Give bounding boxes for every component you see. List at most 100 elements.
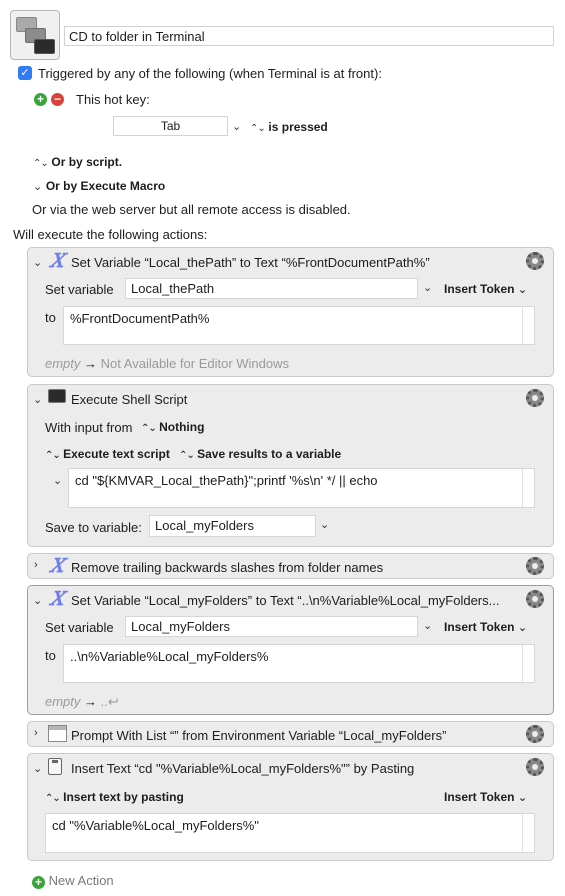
preview-line: empty → ..↩ bbox=[45, 694, 119, 710]
input-from-value: Nothing bbox=[159, 420, 205, 434]
clipboard-icon bbox=[48, 758, 62, 775]
insert-token-label: Insert Token bbox=[444, 790, 515, 804]
hot-key-label: This hot key: bbox=[76, 92, 150, 107]
disclosure-expanded-icon[interactable]: ⌄ bbox=[33, 594, 42, 607]
set-variable-label: Set variable bbox=[45, 620, 114, 635]
or-by-execute-macro-label: Or by Execute Macro bbox=[45, 179, 166, 193]
gear-icon[interactable] bbox=[526, 590, 544, 608]
text-value-field[interactable]: ..\n%Variable%Local_myFolders% bbox=[63, 644, 535, 683]
gear-icon[interactable] bbox=[526, 725, 544, 743]
action-remove-trailing-slashes[interactable]: › 𝑋 Remove trailing backwards slashes fr… bbox=[27, 553, 554, 579]
gear-icon[interactable] bbox=[526, 557, 544, 575]
insert-token-menu[interactable]: Insert Token ⌄ bbox=[444, 790, 527, 804]
hot-key-mode-label: is pressed bbox=[268, 120, 328, 134]
insert-token-menu[interactable]: Insert Token ⌄ bbox=[444, 620, 527, 634]
new-action-label: New Action bbox=[48, 873, 114, 888]
list-window-icon bbox=[48, 725, 67, 742]
x-variable-icon: 𝑋 bbox=[50, 588, 64, 610]
insert-text-value: cd "%Variable%Local_myFolders%" bbox=[52, 818, 259, 833]
hot-key-chevron-down-icon[interactable]: ⌄ bbox=[232, 120, 241, 133]
script-chevron-down-icon[interactable]: ⌄ bbox=[53, 474, 62, 487]
to-label: to bbox=[45, 310, 56, 325]
results-popup[interactable]: ⌃⌄ Save results to a variable bbox=[179, 447, 341, 461]
action-insert-text[interactable]: ⌄ Insert Text “cd "%Variable%Local_myFol… bbox=[27, 753, 554, 861]
updown-arrows-icon: ⌃⌄ bbox=[33, 158, 49, 169]
chevron-down-icon: ⌄ bbox=[517, 792, 528, 804]
input-from-popup[interactable]: ⌃⌄ Nothing bbox=[141, 420, 204, 434]
macro-name-field[interactable]: CD to folder in Terminal bbox=[64, 26, 554, 46]
action-set-variable-myfolders[interactable]: ⌄ 𝑋 Set Variable “Local_myFolders” to Te… bbox=[27, 585, 554, 715]
updown-arrows-icon: ⌃⌄ bbox=[250, 123, 266, 134]
gear-icon[interactable] bbox=[526, 252, 544, 270]
text-value: ..\n%Variable%Local_myFolders% bbox=[70, 649, 269, 664]
preview-line: empty → Not Available for Editor Windows bbox=[45, 356, 289, 371]
text-scrollbar[interactable] bbox=[522, 645, 534, 682]
chevron-down-icon: ⌄ bbox=[517, 622, 528, 634]
or-by-execute-macro-popup[interactable]: ⌄ Or by Execute Macro bbox=[33, 178, 165, 193]
script-scrollbar[interactable] bbox=[522, 469, 534, 507]
insert-text-field[interactable]: cd "%Variable%Local_myFolders%" bbox=[45, 813, 535, 853]
action-execute-shell-script[interactable]: ⌄ Execute Shell Script With input from ⌃… bbox=[27, 384, 554, 547]
updown-arrows-icon: ⌃⌄ bbox=[179, 450, 195, 461]
triggered-checkbox[interactable]: ✓ bbox=[18, 66, 32, 80]
variable-name-field[interactable]: Local_thePath bbox=[125, 278, 418, 299]
save-to-variable-label: Save to variable: bbox=[45, 520, 142, 535]
script-field[interactable]: cd "${KMVAR_Local_thePath}";printf '%s\n… bbox=[68, 468, 535, 508]
preview-empty: empty bbox=[45, 694, 81, 709]
variable-name-field[interactable]: Local_myFolders bbox=[125, 616, 418, 637]
script-mode-popup[interactable]: ⌃⌄ Execute text script bbox=[45, 447, 170, 461]
action-title: Insert Text “cd "%Variable%Local_myFolde… bbox=[71, 761, 415, 776]
preview-value: Not Available for Editor Windows bbox=[100, 356, 290, 371]
insert-token-menu[interactable]: Insert Token ⌄ bbox=[444, 282, 527, 296]
insert-text-scrollbar[interactable] bbox=[522, 814, 534, 852]
results-value: Save results to a variable bbox=[197, 447, 342, 461]
add-icon: + bbox=[32, 876, 45, 889]
to-label: to bbox=[45, 648, 56, 663]
x-variable-icon: 𝑋 bbox=[50, 555, 64, 577]
gear-icon[interactable] bbox=[526, 389, 544, 407]
action-set-variable-thepath[interactable]: ⌄ 𝑋 Set Variable “Local_thePath” to Text… bbox=[27, 247, 554, 377]
updown-arrows-icon: ⌃⌄ bbox=[45, 450, 61, 461]
insert-token-label: Insert Token bbox=[444, 282, 515, 296]
chevron-down-icon: ⌄ bbox=[517, 284, 528, 296]
disclosure-collapsed-icon[interactable]: › bbox=[34, 727, 38, 739]
action-title: Remove trailing backwards slashes from f… bbox=[71, 560, 384, 575]
action-title: Set Variable “Local_myFolders” to Text “… bbox=[71, 593, 500, 608]
or-by-script-popup[interactable]: ⌃⌄ Or by script. bbox=[33, 154, 122, 169]
script-mode-value: Execute text script bbox=[63, 447, 170, 461]
action-title: Prompt With List “” from Environment Var… bbox=[71, 728, 447, 743]
input-from-label: With input from bbox=[45, 420, 133, 435]
macro-icon[interactable] bbox=[10, 10, 60, 60]
preview-value: ..↩ bbox=[100, 694, 119, 709]
script-text: cd "${KMVAR_Local_thePath}";printf '%s\n… bbox=[75, 473, 378, 488]
remove-trigger-button[interactable]: − bbox=[51, 93, 64, 106]
disclosure-expanded-icon[interactable]: ⌄ bbox=[33, 256, 42, 269]
disclosure-collapsed-icon[interactable]: › bbox=[34, 559, 38, 571]
gear-icon[interactable] bbox=[526, 758, 544, 776]
action-title: Set Variable “Local_thePath” to Text “%F… bbox=[71, 255, 430, 270]
set-variable-label: Set variable bbox=[45, 282, 114, 297]
insert-token-label: Insert Token bbox=[444, 620, 515, 634]
hot-key-mode-popup[interactable]: ⌃⌄ is pressed bbox=[250, 119, 328, 134]
action-prompt-with-list[interactable]: › Prompt With List “” from Environment V… bbox=[27, 721, 554, 747]
new-action-button[interactable]: + New Action bbox=[32, 873, 114, 889]
text-scrollbar[interactable] bbox=[522, 307, 534, 344]
will-execute-label: Will execute the following actions: bbox=[13, 227, 208, 242]
save-variable-field[interactable]: Local_myFolders bbox=[149, 515, 316, 537]
text-value-field[interactable]: %FrontDocumentPath% bbox=[63, 306, 535, 345]
updown-arrows-icon: ⌃⌄ bbox=[45, 793, 61, 804]
preview-arrow-icon: → bbox=[84, 694, 98, 709]
terminal-icon bbox=[48, 389, 66, 403]
updown-arrows-icon: ⌃⌄ bbox=[141, 423, 157, 434]
variable-chevron-down-icon[interactable]: ⌄ bbox=[423, 281, 432, 294]
insert-mode-popup[interactable]: ⌃⌄ Insert text by pasting bbox=[45, 790, 184, 804]
save-variable-chevron-down-icon[interactable]: ⌄ bbox=[320, 518, 329, 531]
action-title: Execute Shell Script bbox=[71, 392, 188, 407]
insert-mode-value: Insert text by pasting bbox=[63, 790, 184, 804]
hot-key-field[interactable]: Tab bbox=[113, 116, 228, 136]
add-trigger-button[interactable]: + bbox=[34, 93, 47, 106]
variable-chevron-down-icon[interactable]: ⌄ bbox=[423, 619, 432, 632]
disclosure-expanded-icon[interactable]: ⌄ bbox=[33, 393, 42, 406]
disclosure-expanded-icon[interactable]: ⌄ bbox=[33, 762, 42, 775]
preview-empty: empty bbox=[45, 356, 81, 371]
